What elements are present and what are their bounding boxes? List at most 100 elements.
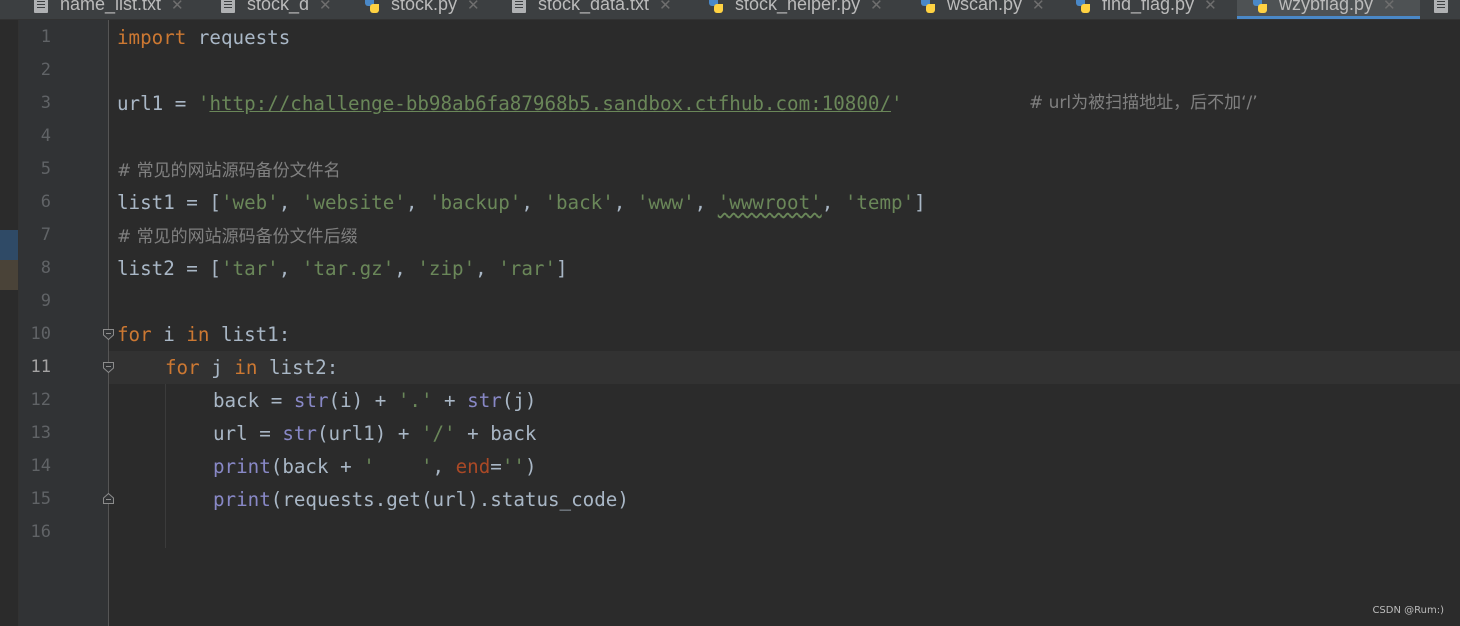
code-text: requests — [186, 26, 291, 49]
tab-overflow[interactable] — [1434, 0, 1460, 19]
code-text: (i) + — [328, 389, 398, 412]
keyword: for — [117, 323, 152, 346]
code-line-14[interactable]: print(back + ' ', end='') — [213, 450, 537, 483]
code-text: back = — [213, 389, 294, 412]
tab-stock-data-txt[interactable]: stock_data.txt ✕ — [512, 0, 672, 19]
close-icon[interactable]: ✕ — [319, 0, 332, 14]
python-file-icon — [365, 0, 379, 13]
string-literal-typo: 'wwwroot' — [717, 191, 822, 214]
code-text: , — [432, 455, 456, 478]
code-text: (back + — [270, 455, 364, 478]
python-file-icon — [1076, 0, 1090, 13]
code-text: (j) — [501, 389, 537, 412]
fold-end-icon[interactable] — [102, 492, 115, 505]
line-number: 14 — [30, 456, 51, 476]
string-literal: '.' — [397, 389, 433, 412]
indent-guide — [165, 384, 166, 548]
string-quote: ' — [891, 92, 903, 115]
code-text: ) — [524, 455, 537, 478]
line-number: 13 — [30, 423, 51, 443]
fold-collapse-icon[interactable] — [102, 361, 115, 374]
strip-marker[interactable] — [0, 230, 18, 260]
code-text: + back — [455, 422, 537, 445]
keyword-argument: end — [455, 455, 491, 478]
string-literal: 'backup' — [428, 191, 522, 214]
code-text: list2 = [ — [117, 257, 221, 280]
tab-stock-py[interactable]: stock.py ✕ — [365, 0, 480, 19]
string-literal: 'website' — [301, 191, 406, 214]
line-number: 4 — [40, 126, 51, 146]
code-line-10[interactable]: for i in list1: — [117, 318, 290, 351]
string-literal: '' — [501, 455, 525, 478]
string-literal: 'back' — [544, 191, 614, 214]
watermark: CSDN @Rum:) — [1372, 605, 1444, 616]
python-file-icon — [709, 0, 723, 13]
code-line-12[interactable]: back = str(i) + '.' + str(j) — [213, 384, 536, 417]
text-file-icon — [512, 0, 526, 13]
close-icon[interactable]: ✕ — [467, 0, 480, 14]
strip-marker[interactable] — [0, 260, 18, 290]
close-icon[interactable]: ✕ — [1032, 0, 1045, 14]
string-literal: '/' — [420, 422, 456, 445]
builtin-function: print — [213, 455, 271, 478]
keyword: for — [165, 356, 200, 379]
keyword: in — [186, 323, 210, 346]
code-line-8[interactable]: list2 = ['tar', 'tar.gz', 'zip', 'rar'] — [117, 252, 568, 285]
line-number: 10 — [30, 324, 51, 344]
code-text: ] — [556, 257, 568, 280]
line-number: 16 — [30, 522, 51, 542]
code-text: list2: — [257, 356, 339, 379]
builtin-function: print — [213, 488, 271, 511]
tab-stock-d[interactable]: stock_d ✕ — [221, 0, 332, 19]
line-number: 2 — [40, 60, 51, 80]
code-text: + — [432, 389, 468, 412]
code-line-3[interactable]: url1 = 'http://challenge-bb98ab6fa87968b… — [117, 87, 1258, 120]
code-text: ] — [914, 191, 926, 214]
line-number: 3 — [40, 93, 51, 113]
line-number: 15 — [30, 489, 51, 509]
close-icon[interactable]: ✕ — [870, 0, 883, 14]
gutter-divider — [108, 20, 109, 626]
code-text: = — [490, 455, 502, 478]
close-icon[interactable]: ✕ — [1383, 0, 1396, 14]
tab-wzybflag-py[interactable]: wzybflag.py ✕ — [1237, 0, 1420, 19]
close-icon[interactable]: ✕ — [171, 0, 184, 14]
string-literal: 'web' — [220, 191, 279, 214]
code-line-1[interactable]: import requests — [117, 21, 290, 54]
comment: # 常见的网站源码备份文件名 — [117, 161, 341, 181]
close-icon[interactable]: ✕ — [1204, 0, 1217, 14]
code-line-11[interactable]: for j in list2: — [165, 351, 338, 384]
code-line-5[interactable]: # 常见的网站源码备份文件名 — [117, 153, 341, 186]
ide-window: name_list.txt ✕ stock_d ✕ stock.py ✕ sto… — [0, 0, 1460, 626]
close-icon[interactable]: ✕ — [659, 0, 672, 14]
line-number: 7 — [40, 225, 51, 245]
text-file-icon — [34, 0, 48, 13]
string-quote: ' — [197, 92, 210, 115]
builtin-function: str — [467, 389, 502, 412]
code-text: list1: — [209, 323, 291, 346]
code-line-13[interactable]: url = str(url1) + '/' + back — [213, 417, 536, 450]
tab-wscan-py[interactable]: wscan.py ✕ — [921, 0, 1045, 19]
tab-label: wzybflag.py — [1279, 0, 1374, 14]
string-literal: 'www' — [636, 191, 695, 214]
string-literal: ' ' — [363, 455, 433, 478]
fold-collapse-icon[interactable] — [102, 328, 115, 341]
line-number: 6 — [40, 192, 51, 212]
line-number: 12 — [30, 390, 51, 410]
text-file-icon — [1434, 0, 1448, 13]
tab-find-flag-py[interactable]: find_flag.py ✕ — [1076, 0, 1217, 19]
code-text: url = — [213, 422, 283, 445]
tab-name-list-txt[interactable]: name_list.txt ✕ — [34, 0, 184, 19]
line-number: 8 — [40, 258, 51, 278]
tab-stock-helper-py[interactable]: stock_helper.py ✕ — [709, 0, 883, 19]
tab-label: wscan.py — [947, 0, 1023, 14]
code-text: list1 = [ — [117, 191, 221, 214]
url-link[interactable]: http://challenge-bb98ab6fa87968b5.sandbo… — [209, 92, 891, 115]
code-line-15[interactable]: print(requests.get(url).status_code) — [213, 483, 629, 516]
editor-tab-bar: name_list.txt ✕ stock_d ✕ stock.py ✕ sto… — [0, 0, 1460, 20]
string-literal: 'temp' — [844, 191, 915, 214]
code-text: j — [199, 356, 235, 379]
code-line-7[interactable]: # 常见的网站源码备份文件后缀 — [117, 219, 358, 252]
builtin-function: str — [293, 389, 329, 412]
code-line-6[interactable]: list1 = ['web', 'website', 'backup', 'ba… — [117, 186, 926, 219]
